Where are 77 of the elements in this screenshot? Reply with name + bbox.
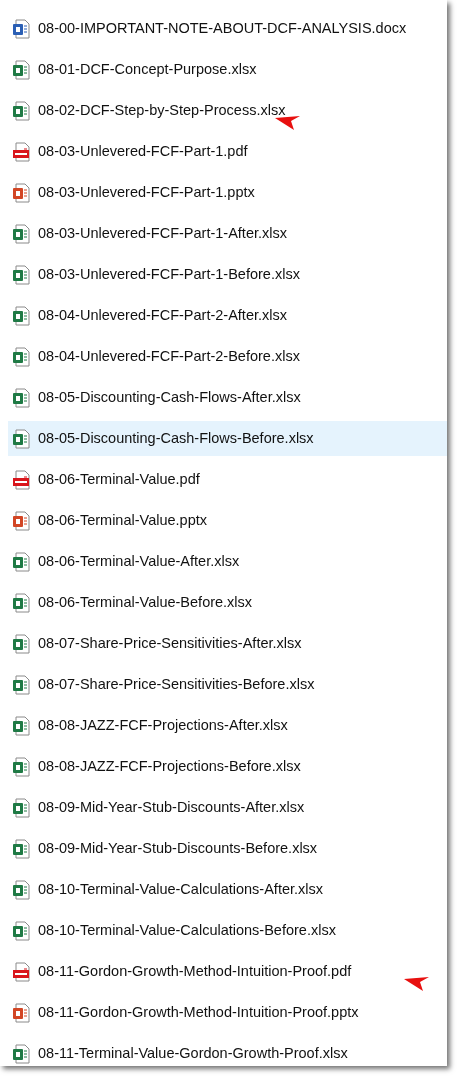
spreadsheet-icon — [12, 633, 30, 654]
spreadsheet-icon — [12, 879, 30, 900]
file-row[interactable]: 08-06-Terminal-Value-Before.xlsx — [8, 585, 447, 620]
file-row[interactable]: 08-00-IMPORTANT-NOTE-ABOUT-DCF-ANALYSIS.docx — [8, 11, 447, 46]
presentation-icon — [12, 510, 30, 531]
file-row[interactable]: 08-06-Terminal-Value.pptx — [8, 503, 447, 538]
file-row[interactable]: 08-09-Mid-Year-Stub-Discounts-Before.xlsx — [8, 831, 447, 866]
spreadsheet-icon — [12, 756, 30, 777]
file-name: 08-05-Discounting-Cash-Flows-Before.xlsx — [38, 428, 314, 448]
spreadsheet-icon — [12, 551, 30, 572]
spreadsheet-icon — [12, 223, 30, 244]
word-document-icon — [12, 18, 30, 39]
file-name: 08-00-IMPORTANT-NOTE-ABOUT-DCF-ANALYSIS.docx — [38, 18, 407, 38]
file-name: 08-05-Discounting-Cash-Flows-After.xlsx — [38, 387, 301, 407]
presentation-icon — [12, 1002, 30, 1023]
spreadsheet-icon — [12, 387, 30, 408]
file-name: 08-06-Terminal-Value-Before.xlsx — [38, 592, 253, 612]
file-row[interactable]: 08-02-DCF-Step-by-Step-Process.xlsx — [8, 93, 447, 128]
spreadsheet-icon — [12, 305, 30, 326]
file-name: 08-06-Terminal-Value.pptx — [38, 510, 207, 530]
file-row[interactable]: 08-03-Unlevered-FCF-Part-1-After.xlsx — [8, 216, 447, 251]
file-name: 08-10-Terminal-Value-Calculations-Before.xlsx — [38, 920, 336, 940]
spreadsheet-icon — [12, 346, 30, 367]
file-row[interactable]: 08-08-JAZZ-FCF-Projections-Before.xlsx — [8, 749, 447, 784]
file-row[interactable]: 08-10-Terminal-Value-Calculations-Before.xlsx — [8, 913, 447, 948]
file-name: 08-02-DCF-Step-by-Step-Process.xlsx — [38, 100, 286, 120]
file-row[interactable]: 08-07-Share-Price-Sensitivities-After.xlsx — [8, 626, 447, 661]
file-name: 08-08-JAZZ-FCF-Projections-Before.xlsx — [38, 756, 301, 776]
file-name: 08-03-Unlevered-FCF-Part-1-Before.xlsx — [38, 264, 300, 284]
file-row[interactable]: 08-03-Unlevered-FCF-Part-1-Before.xlsx — [8, 257, 447, 292]
spreadsheet-icon — [12, 797, 30, 818]
pdf-document-icon — [12, 141, 30, 162]
spreadsheet-icon — [12, 100, 30, 121]
file-name: 08-03-Unlevered-FCF-Part-1-After.xlsx — [38, 223, 287, 243]
spreadsheet-icon — [12, 428, 30, 449]
file-name: 08-07-Share-Price-Sensitivities-After.xlsx — [38, 633, 302, 653]
presentation-icon — [12, 182, 30, 203]
spreadsheet-icon — [12, 920, 30, 941]
spreadsheet-icon — [12, 264, 30, 285]
spreadsheet-icon — [12, 59, 30, 80]
spreadsheet-icon — [12, 715, 30, 736]
file-row[interactable]: 08-05-Discounting-Cash-Flows-Before.xlsx — [8, 421, 447, 456]
file-name: 08-09-Mid-Year-Stub-Discounts-Before.xlsx — [38, 838, 318, 858]
file-row[interactable]: 08-08-JAZZ-FCF-Projections-After.xlsx — [8, 708, 447, 743]
file-row[interactable]: 08-06-Terminal-Value-After.xlsx — [8, 544, 447, 579]
file-name: 08-06-Terminal-Value-After.xlsx — [38, 551, 240, 571]
file-row[interactable]: 08-11-Gordon-Growth-Method-Intuition-Proof.pdf — [8, 954, 447, 989]
file-name: 08-10-Terminal-Value-Calculations-After.xlsx — [38, 879, 323, 899]
pdf-document-icon — [12, 469, 30, 490]
file-name: 08-03-Unlevered-FCF-Part-1.pdf — [38, 141, 248, 161]
spreadsheet-icon — [12, 838, 30, 859]
file-row[interactable]: 08-06-Terminal-Value.pdf — [8, 462, 447, 497]
file-name: 08-11-Gordon-Growth-Method-Intuition-Proof.pdf — [38, 961, 352, 981]
file-row[interactable]: 08-10-Terminal-Value-Calculations-After.xlsx — [8, 872, 447, 907]
file-row[interactable]: 08-04-Unlevered-FCF-Part-2-After.xlsx — [8, 298, 447, 333]
pdf-document-icon — [12, 961, 30, 982]
file-name: 08-04-Unlevered-FCF-Part-2-Before.xlsx — [38, 346, 300, 366]
file-row[interactable]: 08-04-Unlevered-FCF-Part-2-Before.xlsx — [8, 339, 447, 374]
file-name: 08-07-Share-Price-Sensitivities-Before.xlsx — [38, 674, 315, 694]
file-row[interactable]: 08-05-Discounting-Cash-Flows-After.xlsx — [8, 380, 447, 415]
file-name: 08-03-Unlevered-FCF-Part-1.pptx — [38, 182, 255, 202]
file-name: 08-11-Terminal-Value-Gordon-Growth-Proof.xlsx — [38, 1043, 348, 1063]
file-row[interactable]: 08-01-DCF-Concept-Purpose.xlsx — [8, 52, 447, 87]
file-row[interactable]: 08-03-Unlevered-FCF-Part-1.pptx — [8, 175, 447, 210]
file-row[interactable]: 08-09-Mid-Year-Stub-Discounts-After.xlsx — [8, 790, 447, 825]
file-name: 08-01-DCF-Concept-Purpose.xlsx — [38, 59, 257, 79]
file-row[interactable]: 08-11-Gordon-Growth-Method-Intuition-Proof.pptx — [8, 995, 447, 1030]
file-name: 08-04-Unlevered-FCF-Part-2-After.xlsx — [38, 305, 287, 325]
spreadsheet-icon — [12, 592, 30, 613]
file-row[interactable]: 08-11-Terminal-Value-Gordon-Growth-Proof.xlsx — [8, 1036, 447, 1071]
file-name: 08-11-Gordon-Growth-Method-Intuition-Proof.pptx — [38, 1002, 359, 1022]
file-name: 08-06-Terminal-Value.pdf — [38, 469, 200, 489]
spreadsheet-icon — [12, 674, 30, 695]
file-row[interactable]: 08-07-Share-Price-Sensitivities-Before.xlsx — [8, 667, 447, 702]
file-row[interactable]: 08-03-Unlevered-FCF-Part-1.pdf — [8, 134, 447, 169]
file-name: 08-08-JAZZ-FCF-Projections-After.xlsx — [38, 715, 288, 735]
file-name: 08-09-Mid-Year-Stub-Discounts-After.xlsx — [38, 797, 305, 817]
